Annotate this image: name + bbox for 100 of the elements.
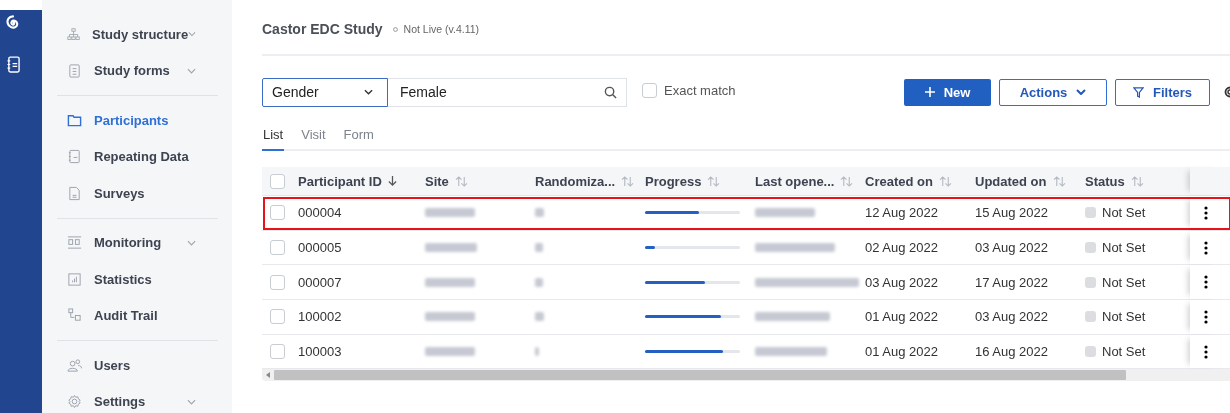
created-date: 01 Aug 2022 xyxy=(865,344,939,360)
column-header[interactable]: Site xyxy=(425,173,449,189)
redacted-text xyxy=(535,243,543,253)
row-checkbox[interactable] xyxy=(270,240,285,256)
updated-date: 15 Aug 2022 xyxy=(975,205,1049,221)
search-field[interactable]: Female xyxy=(388,77,627,107)
column-header[interactable]: Status xyxy=(1085,173,1125,189)
sidebar-item[interactable]: Settings xyxy=(57,383,218,413)
created-date: 01 Aug 2022 xyxy=(865,309,939,325)
status-text: Not Set xyxy=(1102,309,1146,325)
status-ring-icon xyxy=(392,26,398,32)
redacted-text xyxy=(535,312,544,322)
kebab-menu-icon[interactable] xyxy=(1204,344,1208,359)
sort-icon[interactable] xyxy=(454,175,468,187)
status-text: Not Set xyxy=(1102,240,1146,256)
sidebar-item[interactable]: Surveys xyxy=(57,175,218,212)
row-checkbox[interactable] xyxy=(270,344,285,360)
sidebar-item[interactable]: Study forms xyxy=(57,52,218,89)
sort-icon[interactable] xyxy=(840,175,854,187)
funnel-icon xyxy=(1133,86,1144,98)
arrow-down-icon[interactable] xyxy=(387,175,397,187)
sidebar-item[interactable]: Statistics xyxy=(57,261,218,298)
table-row[interactable]: 000004 12 Aug 2022 15 Aug 2022 Not Set xyxy=(262,196,1230,231)
updated-date: 16 Aug 2022 xyxy=(975,344,1049,360)
horizontal-scrollbar[interactable] xyxy=(262,369,1230,382)
redacted-text xyxy=(425,277,475,287)
sidebar-item[interactable]: Monitoring xyxy=(57,224,218,261)
redacted-text xyxy=(425,312,475,322)
sort-icon[interactable] xyxy=(938,175,952,187)
kebab-menu-icon[interactable] xyxy=(1204,205,1208,220)
field-select[interactable]: Gender xyxy=(262,77,388,107)
updated-date: 03 Aug 2022 xyxy=(975,309,1049,325)
participant-id: 000007 xyxy=(298,274,342,290)
column-header[interactable]: Participant ID xyxy=(298,173,382,189)
sidebar-item[interactable]: Users xyxy=(57,347,218,384)
kebab-menu-icon[interactable] xyxy=(1204,275,1208,290)
chevron-down-icon xyxy=(364,89,373,95)
kebab-menu-icon[interactable] xyxy=(1204,309,1208,324)
chevron-down-icon xyxy=(187,67,196,74)
column-header[interactable]: Last opene... xyxy=(755,173,835,189)
notebook-icon[interactable] xyxy=(6,56,20,73)
table-row[interactable]: 100002 01 Aug 2022 03 Aug 2022 Not Set xyxy=(262,300,1230,335)
table-row[interactable]: 000005 02 Aug 2022 03 Aug 2022 Not Set xyxy=(262,230,1230,266)
participant-id: 000005 xyxy=(298,240,342,256)
chevron-down-icon xyxy=(1076,89,1087,95)
updated-date: 03 Aug 2022 xyxy=(975,240,1049,256)
exact-match-checkbox[interactable] xyxy=(642,82,657,98)
chevron-down-icon xyxy=(188,31,196,38)
created-date: 02 Aug 2022 xyxy=(865,240,939,256)
participant-id: 100003 xyxy=(298,344,342,360)
bar-chart-icon xyxy=(67,271,82,287)
column-header[interactable]: Created on xyxy=(865,173,933,189)
sidebar-item[interactable]: Repeating Data xyxy=(57,138,218,175)
study-title: Castor EDC Study xyxy=(262,21,383,37)
sort-icon[interactable] xyxy=(1052,175,1066,187)
created-date: 12 Aug 2022 xyxy=(865,205,939,221)
plus-icon xyxy=(924,87,935,97)
redacted-text xyxy=(755,208,815,218)
chevron-down-icon xyxy=(187,398,196,405)
document-icon xyxy=(67,185,82,201)
participant-id: 000004 xyxy=(298,205,342,221)
checklist-icon xyxy=(67,235,82,251)
clipboard-icon xyxy=(67,63,82,79)
actions-button[interactable]: Actions xyxy=(999,78,1107,106)
view-tab[interactable]: Form xyxy=(342,127,375,149)
row-checkbox[interactable] xyxy=(270,309,285,325)
row-checkbox[interactable] xyxy=(270,205,285,221)
gear-icon[interactable] xyxy=(1222,84,1230,100)
column-header[interactable]: Progress xyxy=(645,173,702,189)
search-icon xyxy=(604,85,617,99)
scroll-left-icon[interactable] xyxy=(266,372,270,379)
select-all-checkbox[interactable] xyxy=(270,173,285,189)
column-header[interactable]: Randomiza... xyxy=(535,173,616,189)
logo-icon[interactable] xyxy=(6,14,20,31)
updated-date: 17 Aug 2022 xyxy=(975,274,1049,290)
sort-icon[interactable] xyxy=(621,175,635,187)
sort-icon[interactable] xyxy=(1130,175,1144,187)
redacted-text xyxy=(535,208,544,218)
new-button[interactable]: New xyxy=(904,78,991,106)
sort-icon[interactable] xyxy=(707,175,721,187)
view-tab[interactable]: Visit xyxy=(300,127,327,149)
view-tab[interactable]: List xyxy=(262,127,285,151)
column-header[interactable]: Updated on xyxy=(975,173,1047,189)
status-text: Not Set xyxy=(1102,205,1146,221)
sidebar-item[interactable]: Audit Trail xyxy=(57,297,218,334)
sidebar-item[interactable]: Participants xyxy=(57,102,218,139)
sidebar-item[interactable]: Study structure xyxy=(57,16,218,53)
redacted-text xyxy=(755,347,827,357)
created-date: 03 Aug 2022 xyxy=(865,274,939,290)
redacted-text xyxy=(425,243,477,253)
table-row[interactable]: 000007 03 Aug 2022 17 Aug 2022 Not Set xyxy=(262,265,1230,301)
redacted-text xyxy=(535,347,539,357)
study-status: Not Live (v.4.11) xyxy=(403,23,480,35)
row-checkbox[interactable] xyxy=(270,274,285,290)
trail-icon xyxy=(67,308,82,324)
kebab-menu-icon[interactable] xyxy=(1204,240,1208,255)
redacted-text xyxy=(425,208,475,218)
participant-id: 100002 xyxy=(298,309,342,325)
redacted-text xyxy=(535,277,543,287)
filters-button[interactable]: Filters xyxy=(1115,78,1210,106)
